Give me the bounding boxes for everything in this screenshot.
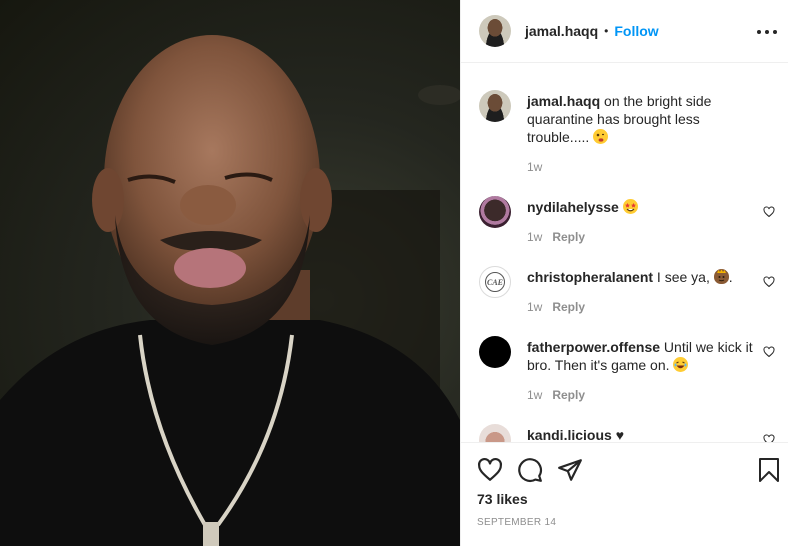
zany-face-emoji: [593, 129, 609, 144]
commenter-avatar[interactable]: [479, 424, 511, 442]
comment-body: kandi.licious ♥: [527, 426, 759, 442]
reply-button[interactable]: Reply: [552, 230, 585, 244]
post-actions: 73 likes SEPTEMBER 14: [461, 442, 788, 546]
comment-username[interactable]: kandi.licious: [527, 427, 612, 442]
like-comment-heart-icon[interactable]: [763, 434, 775, 442]
comment-meta: 1w Reply: [527, 300, 585, 314]
post-date: SEPTEMBER 14: [477, 517, 557, 528]
comment-body: christopheralanent I see ya, .: [527, 268, 759, 286]
like-comment-heart-icon[interactable]: [763, 206, 775, 218]
commenter-avatar[interactable]: [479, 196, 511, 228]
author-avatar[interactable]: [479, 15, 511, 47]
comment-suffix: .: [728, 269, 733, 285]
comment-time: 1w: [527, 300, 543, 314]
caption-avatar[interactable]: [479, 90, 511, 122]
comment-icon[interactable]: [517, 457, 543, 483]
avatar-logo-text: CAE: [485, 272, 505, 292]
more-options-icon[interactable]: [757, 22, 777, 42]
header-separator: •: [604, 24, 609, 38]
laughing-emoji: [673, 357, 689, 372]
comments-list[interactable]: jamal.haqq on the bright side quarantine…: [461, 64, 788, 442]
comment-body: nydilahelysse: [527, 198, 759, 216]
caption-meta: 1w: [527, 160, 542, 174]
commenter-avatar[interactable]: [479, 336, 511, 368]
comment-time: 1w: [527, 388, 543, 402]
like-comment-heart-icon[interactable]: [763, 346, 775, 358]
bookmark-icon[interactable]: [757, 457, 781, 483]
comment-meta: 1w Reply: [527, 388, 585, 402]
follow-button[interactable]: Follow: [614, 23, 658, 39]
likes-count[interactable]: 73 likes: [477, 491, 528, 507]
commenter-avatar[interactable]: CAE: [479, 266, 511, 298]
comment-username[interactable]: nydilahelysse: [527, 199, 619, 215]
post-photo[interactable]: [0, 0, 460, 546]
comment-body: fatherpower.offense Until we kick it bro…: [527, 338, 759, 374]
caption-time: 1w: [527, 160, 543, 174]
comment-text: ♥: [615, 427, 625, 442]
comment-username[interactable]: fatherpower.offense: [527, 339, 660, 355]
like-comment-heart-icon[interactable]: [763, 276, 775, 288]
comment-text: I see ya,: [656, 269, 710, 285]
reply-button[interactable]: Reply: [552, 388, 585, 402]
post-header: jamal.haqq • Follow: [461, 0, 788, 63]
reply-button[interactable]: Reply: [552, 300, 585, 314]
post-image-drawing: [0, 35, 460, 546]
post-sidebar: jamal.haqq • Follow jamal.haqq on the br…: [460, 0, 788, 546]
comment-meta: 1w Reply: [527, 230, 585, 244]
star-struck-emoji: [622, 199, 638, 214]
caption-username[interactable]: jamal.haqq: [527, 93, 600, 109]
comment-time: 1w: [527, 230, 543, 244]
share-icon[interactable]: [557, 457, 583, 483]
crown-face-emoji: [713, 269, 729, 284]
caption-body: jamal.haqq on the bright side quarantine…: [527, 92, 759, 146]
heart-icon[interactable]: [477, 457, 503, 483]
author-username[interactable]: jamal.haqq: [525, 23, 598, 39]
comment-username[interactable]: christopheralanent: [527, 269, 653, 285]
